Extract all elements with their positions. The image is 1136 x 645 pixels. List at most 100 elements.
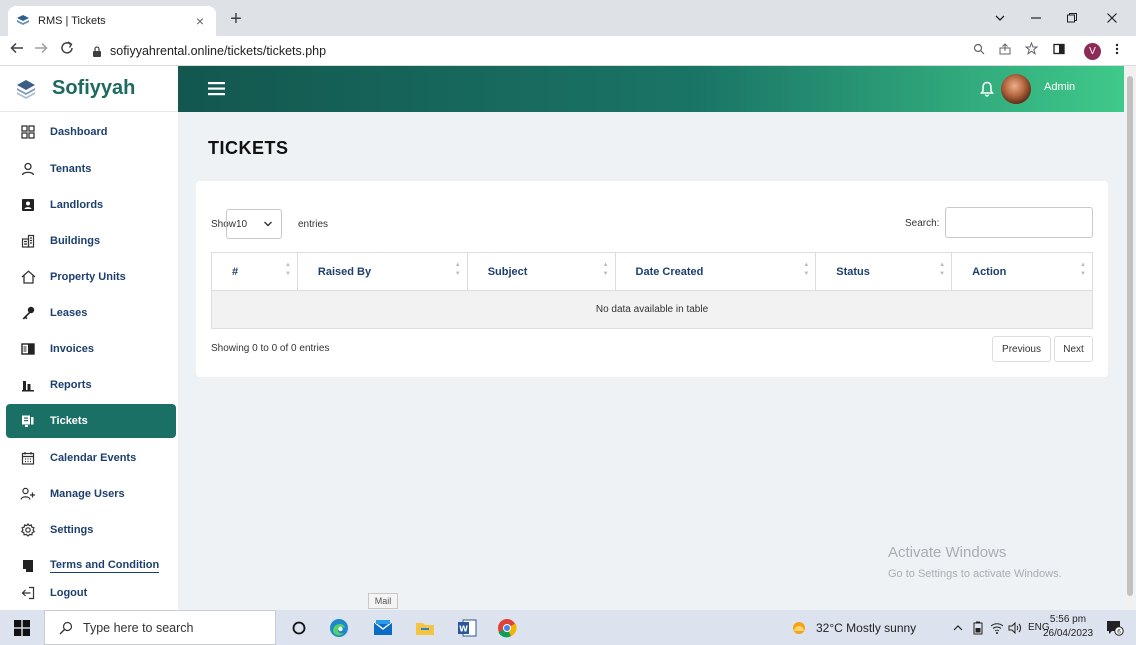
- sidebar-item-label: Manage Users: [50, 488, 125, 500]
- column-header-label: Subject: [487, 265, 528, 278]
- page-scrollbar[interactable]: [1124, 66, 1136, 610]
- column-header-status[interactable]: Status ▲ ▼: [815, 252, 953, 291]
- word-icon[interactable]: W: [456, 617, 478, 639]
- table-row: No data available in table: [211, 290, 1093, 329]
- column-header-label: Status: [836, 265, 870, 278]
- chevron-down-icon: [264, 221, 272, 227]
- search-input[interactable]: [945, 207, 1093, 238]
- minimize-icon[interactable]: [1018, 0, 1054, 36]
- volume-icon[interactable]: [1008, 610, 1022, 645]
- zoom-icon[interactable]: [968, 40, 990, 62]
- back-arrow-icon[interactable]: [6, 40, 28, 62]
- url-field[interactable]: sofiyyahrental.online/tickets/tickets.ph…: [92, 39, 952, 63]
- file-explorer-icon[interactable]: [414, 617, 436, 639]
- search-icon: [59, 621, 73, 634]
- column-header-label: Date Created: [635, 265, 704, 278]
- calendar-icon: [20, 450, 36, 466]
- main-content: TICKETS Show 10 entries Search: # ▲ ▼ Rais…: [178, 112, 1124, 610]
- column-header-raised-by[interactable]: Raised By ▲ ▼: [296, 252, 468, 291]
- sidebar-item-label: Property Units: [50, 271, 126, 283]
- sidebar-item-tenants[interactable]: Tenants: [6, 152, 176, 186]
- column-header-label: #: [232, 265, 239, 278]
- edge-browser-icon[interactable]: [328, 617, 350, 639]
- activate-windows-hint: Go to Settings to activate Windows.: [888, 568, 1062, 580]
- wifi-icon[interactable]: [990, 610, 1004, 645]
- hamburger-menu-icon[interactable]: [208, 80, 225, 97]
- user-avatar[interactable]: [1001, 74, 1031, 104]
- sidebar-item-tickets[interactable]: Tickets: [6, 404, 176, 438]
- weather-text: 32°C Mostly sunny: [816, 620, 917, 635]
- add-user-icon: [20, 486, 36, 502]
- next-page-button[interactable]: Next: [1054, 336, 1093, 362]
- mail-tooltip: Mail: [368, 593, 398, 609]
- sidebar-item-label: Logout: [50, 587, 88, 599]
- sidebar-item-property-units[interactable]: Property Units: [6, 260, 176, 294]
- tickets-table: # ▲ ▼ Raised By ▲ ▼ Subject ▲ ▼ Date Created ▲ ▼…: [211, 252, 1093, 329]
- previous-page-button[interactable]: Previous: [992, 336, 1051, 362]
- home-icon: [20, 269, 36, 285]
- chrome-icon[interactable]: [496, 617, 518, 639]
- logout-icon: [20, 585, 36, 601]
- sidebar-item-manage-users[interactable]: Manage Users: [6, 477, 176, 511]
- tab-close-icon[interactable]: ×: [192, 13, 208, 29]
- notification-center-icon[interactable]: 6: [1106, 610, 1124, 645]
- book-icon: [20, 558, 36, 574]
- column-header-subject[interactable]: Subject ▲ ▼: [466, 252, 616, 291]
- sidebar-item-reports[interactable]: Reports: [6, 368, 176, 402]
- clock-date: 26/04/2023: [1042, 628, 1094, 639]
- sidebar-item-buildings[interactable]: Buildings: [6, 224, 176, 258]
- entries-label: entries: [298, 219, 329, 230]
- empty-table-message: No data available in table: [211, 290, 1093, 329]
- sort-icon: ▲ ▼: [602, 262, 609, 277]
- forward-arrow-icon[interactable]: [30, 40, 52, 62]
- profile-avatar[interactable]: V: [1084, 43, 1101, 60]
- sidebar-item-label: Tickets: [50, 415, 88, 427]
- browser-menu-icon[interactable]: [1106, 40, 1128, 62]
- cortana-icon[interactable]: [288, 617, 310, 639]
- restore-icon[interactable]: [1054, 0, 1090, 36]
- gear-icon: [20, 522, 36, 538]
- sidebar-item-label: Dashboard: [50, 126, 108, 138]
- mail-icon[interactable]: [372, 617, 394, 639]
- share-icon[interactable]: [994, 40, 1016, 62]
- sidebar-item-leases[interactable]: Leases: [6, 296, 176, 330]
- sidebar-item-dashboard[interactable]: Dashboard: [6, 115, 176, 149]
- sidebar-item-logout[interactable]: Logout: [6, 576, 176, 610]
- sidebar-item-label: Leases: [50, 307, 88, 319]
- sidebar-item-invoices[interactable]: Invoices: [6, 332, 176, 366]
- scrollbar-thumb[interactable]: [1127, 76, 1133, 596]
- browser-tab[interactable]: RMS | Tickets ×: [8, 6, 216, 36]
- show-hidden-icons-chevron-icon[interactable]: [952, 610, 964, 645]
- sort-icon: ▲ ▼: [803, 262, 810, 277]
- tab-search-chevron-icon[interactable]: [982, 0, 1018, 36]
- svg-text:W: W: [459, 625, 468, 634]
- sidebar-item-landlords[interactable]: Landlords: [6, 188, 176, 222]
- sidebar-item-settings[interactable]: Settings: [6, 513, 176, 547]
- entries-length-select[interactable]: 10: [226, 209, 282, 239]
- taskbar-search-box[interactable]: Type here to search: [44, 610, 276, 645]
- battery-icon[interactable]: [972, 610, 984, 645]
- new-tab-button[interactable]: +: [224, 8, 248, 32]
- invoice-icon: [20, 341, 36, 357]
- notification-bell-icon[interactable]: [980, 81, 994, 97]
- sidebar-item-calendar-events[interactable]: Calendar Events: [6, 441, 176, 475]
- lock-icon: [93, 45, 101, 57]
- sidebar-item-label: Landlords: [50, 199, 104, 211]
- column-header-number[interactable]: # ▲ ▼: [211, 252, 298, 291]
- reload-icon[interactable]: [56, 40, 78, 62]
- bookmark-star-icon[interactable]: [1020, 40, 1042, 62]
- side-panel-icon[interactable]: [1048, 40, 1070, 62]
- sidebar-item-label: Terms and Condition: [50, 559, 160, 573]
- close-window-icon[interactable]: [1094, 0, 1130, 36]
- sidebar-item-label: Calendar Events: [50, 452, 137, 464]
- page-title: TICKETS: [208, 138, 289, 158]
- column-header-date-created[interactable]: Date Created ▲ ▼: [614, 252, 817, 291]
- windows-start-icon[interactable]: [14, 620, 30, 636]
- user-name[interactable]: Admin: [1044, 81, 1075, 93]
- brand[interactable]: Sofiyyah: [0, 66, 178, 112]
- sidebar-item-label: Reports: [50, 379, 92, 391]
- entries-length-value: 10: [236, 218, 248, 230]
- taskbar-clock[interactable]: 5:56 pm 26/04/2023: [1040, 613, 1096, 641]
- weather-widget[interactable]: 32°C Mostly sunny: [790, 610, 916, 645]
- column-header-action[interactable]: Action ▲ ▼: [951, 252, 1093, 291]
